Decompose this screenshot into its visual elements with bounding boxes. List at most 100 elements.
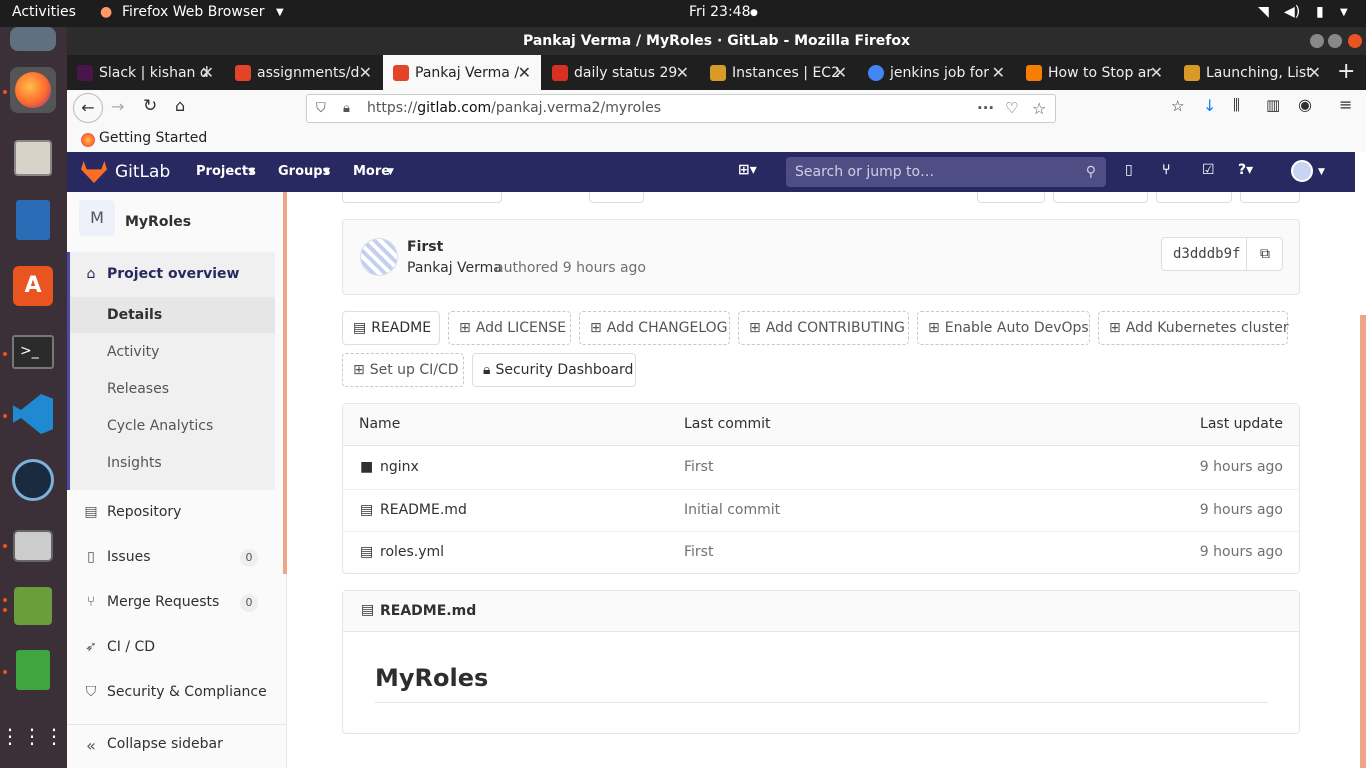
commit-message-link[interactable]: First [684, 459, 713, 475]
sidebar-item-insights[interactable]: Insights [107, 455, 162, 471]
tab-jenkins[interactable]: jenkins job for ✕ [858, 55, 1015, 90]
more-menu[interactable]: More [353, 164, 390, 179]
gitlab-logo-icon[interactable] [81, 161, 107, 183]
firefox-dock-icon[interactable] [10, 67, 56, 113]
reload-icon[interactable]: ↻ [143, 96, 157, 116]
sidebar-item-security-compliance[interactable]: Security & Compliance [107, 684, 267, 700]
collapse-sidebar-button[interactable]: Collapse sidebar [107, 736, 223, 752]
tab-launching[interactable]: Launching, List ✕ [1174, 55, 1331, 90]
activities-button[interactable]: Activities [12, 4, 76, 20]
todos-icon[interactable]: ☑ [1202, 162, 1215, 178]
file-name-link[interactable]: README.md [380, 502, 467, 518]
bookmark-manager-icon[interactable]: ☆ [1171, 97, 1184, 115]
commit-author[interactable]: Pankaj Verma [407, 260, 502, 276]
gitlab-brand[interactable]: GitLab [115, 162, 170, 182]
projects-menu[interactable]: Projects [196, 164, 256, 179]
tab-assignments[interactable]: assignments/d ✕ [225, 55, 382, 90]
close-window-button[interactable] [1348, 34, 1362, 48]
project-avatar[interactable]: M [79, 200, 115, 236]
app-dock-icon[interactable] [10, 457, 56, 503]
scrolled-control[interactable] [1053, 192, 1148, 203]
project-name[interactable]: MyRoles [125, 214, 191, 230]
library-icon[interactable]: ⫼ [1233, 96, 1240, 114]
sidebar-item-activity[interactable]: Activity [107, 344, 159, 360]
close-tab-icon[interactable]: ✕ [834, 63, 847, 82]
add-license-button[interactable]: ⊞ Add LICENSE [448, 311, 571, 345]
menu-icon[interactable]: ≡ [1339, 95, 1352, 114]
readme-button[interactable]: ▤ README [342, 311, 440, 345]
software-center-dock-icon[interactable]: A [10, 263, 56, 309]
commit-title[interactable]: First [407, 239, 443, 255]
readme-filename[interactable]: README.md [380, 603, 476, 619]
table-row[interactable]: ▤ README.md Initial commit 9 hours ago [342, 489, 1299, 531]
sidebar-item-details[interactable]: Details [107, 307, 162, 323]
search-input[interactable]: Search or jump to… ⚲ [786, 157, 1106, 187]
home-icon[interactable]: ⌂ [175, 96, 185, 115]
close-tab-icon[interactable]: ✕ [201, 63, 214, 82]
sidebar-item-repository[interactable]: Repository [107, 504, 181, 520]
close-tab-icon[interactable]: ✕ [1308, 63, 1321, 82]
wifi-icon[interactable]: ◥ [1258, 4, 1269, 20]
enable-auto-devops-button[interactable]: ⊞ Enable Auto DevOps [917, 311, 1090, 345]
security-dashboard-button[interactable]: 🔒︎ Security Dashboard [472, 353, 636, 387]
address-bar[interactable]: ⛉ 🔒︎ https://gitlab.com/pankaj.verma2/my… [306, 94, 1056, 123]
sidebar-item-cicd[interactable]: CI / CD [107, 639, 155, 655]
camera-dock-icon[interactable] [10, 523, 56, 569]
page-actions-icon[interactable]: ··· [977, 95, 994, 122]
sidebar-item-releases[interactable]: Releases [107, 381, 169, 397]
files-top-icon[interactable] [10, 27, 56, 51]
add-kubernetes-cluster-button[interactable]: ⊞ Add Kubernetes cluster [1098, 311, 1289, 345]
tab-how-to-stop[interactable]: How to Stop ar ✕ [1016, 55, 1173, 90]
table-row[interactable]: ▤ roles.yml First 9 hours ago [342, 531, 1299, 573]
close-tab-icon[interactable]: ✕ [676, 63, 689, 82]
forward-icon[interactable]: → [111, 97, 124, 116]
tab-pankaj-verma[interactable]: Pankaj Verma / ✕ [383, 55, 541, 90]
image-viewer-dock-icon[interactable] [10, 583, 56, 629]
scrolled-control[interactable] [1156, 192, 1232, 203]
sidebar-item-merge-requests[interactable]: Merge Requests [107, 594, 219, 610]
file-name-link[interactable]: nginx [380, 459, 419, 475]
close-tab-icon[interactable]: ✕ [992, 63, 1005, 82]
add-contributing-button[interactable]: ⊞ Add CONTRIBUTING [738, 311, 909, 345]
terminal-dock-icon[interactable]: >_ [10, 329, 56, 375]
libreoffice-calc-dock-icon[interactable] [10, 647, 56, 693]
getting-started-bookmark[interactable]: Getting Started [99, 130, 207, 146]
lock-icon[interactable]: 🔒︎ [343, 95, 350, 122]
commit-message-link[interactable]: Initial commit [684, 502, 780, 518]
close-tab-icon[interactable]: ✕ [359, 63, 372, 82]
maximize-button[interactable] [1328, 34, 1342, 48]
bookmark-star-icon[interactable]: ☆ [1032, 95, 1046, 122]
page-scrollbar[interactable] [1360, 315, 1366, 768]
sidebar-item-issues[interactable]: Issues [107, 549, 151, 565]
show-applications-icon[interactable]: ⋮⋮⋮ [0, 713, 64, 759]
sidebar-scrollbar[interactable] [283, 192, 287, 574]
file-name-link[interactable]: roles.yml [380, 544, 444, 560]
libreoffice-writer-dock-icon[interactable] [10, 197, 56, 243]
file-manager-dock-icon[interactable] [10, 135, 56, 181]
new-item-icon[interactable]: ⊞▾ [738, 162, 757, 178]
tracking-shield-icon[interactable]: ⛉ [316, 95, 326, 122]
downloads-icon[interactable]: ↓ [1203, 96, 1216, 115]
close-tab-icon[interactable]: ✕ [1150, 63, 1163, 82]
app-menu[interactable]: Firefox Web Browser [122, 4, 265, 20]
commit-sha[interactable]: d3dddb9f [1173, 246, 1240, 262]
tab-slack[interactable]: Slack | kishan d ✕ [67, 55, 224, 90]
scrolled-control[interactable] [342, 192, 502, 203]
system-menu-arrow-icon[interactable]: ▼ [1340, 7, 1348, 18]
scrolled-control[interactable] [977, 192, 1045, 203]
account-icon[interactable]: ◉ [1298, 95, 1312, 114]
copy-sha-icon[interactable]: ⧉ [1246, 238, 1283, 270]
help-icon[interactable]: ?▾ [1238, 162, 1253, 178]
user-avatar[interactable] [1291, 160, 1313, 182]
tab-daily-status[interactable]: daily status 29 ✕ [542, 55, 699, 90]
sidebar-item-cycle-analytics[interactable]: Cycle Analytics [107, 418, 213, 434]
author-avatar[interactable] [360, 238, 398, 276]
new-tab-icon[interactable]: + [1337, 59, 1355, 84]
table-row[interactable]: ■ nginx First 9 hours ago [342, 447, 1299, 489]
scrolled-control[interactable] [589, 192, 644, 203]
minimize-button[interactable] [1310, 34, 1324, 48]
sidebar-toggle-icon[interactable]: ▥ [1266, 96, 1280, 114]
tab-instances[interactable]: Instances | EC2 ✕ [700, 55, 857, 90]
merge-requests-header-icon[interactable]: ⑂ [1162, 162, 1170, 178]
battery-icon[interactable]: ▮ [1316, 4, 1324, 20]
